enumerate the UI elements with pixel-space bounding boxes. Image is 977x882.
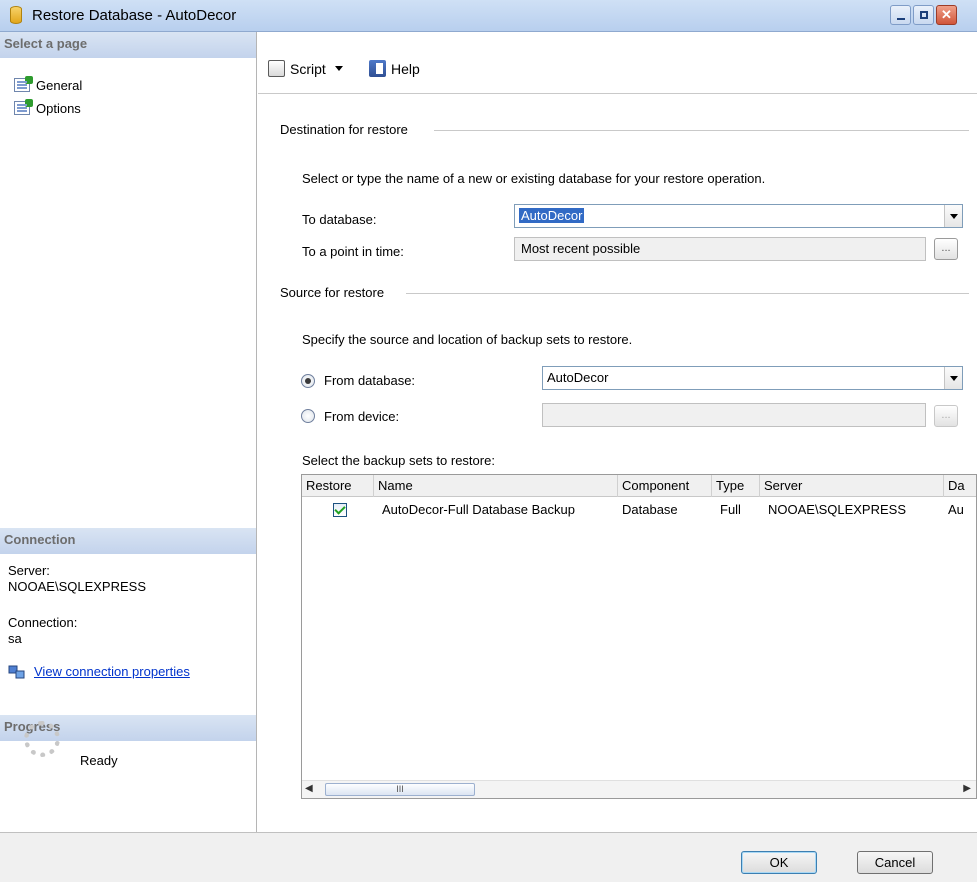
page-item-options[interactable]: Options (14, 99, 81, 117)
backup-sets-label: Select the backup sets to restore: (302, 453, 495, 468)
source-heading: Source for restore (280, 285, 385, 300)
to-database-combo[interactable]: AutoDecor (514, 204, 963, 228)
close-button[interactable]: ✕ (936, 5, 957, 25)
destination-heading: Destination for restore (280, 122, 408, 137)
row-server: NOOAE\SQLEXPRESS (768, 502, 906, 517)
column-header-type[interactable]: Type (712, 475, 760, 497)
server-value: NOOAE\SQLEXPRESS (8, 579, 146, 594)
cancel-button[interactable]: Cancel (857, 851, 933, 874)
column-header-server[interactable]: Server (760, 475, 944, 497)
column-header-name[interactable]: Name (374, 475, 618, 497)
column-header-database[interactable]: Da (944, 475, 976, 497)
page-item-general[interactable]: General (14, 76, 82, 94)
view-connection-properties-link[interactable]: View connection properties (34, 664, 190, 680)
point-in-time-browse-button[interactable]: ... (934, 238, 958, 260)
dialog-footer: OK Cancel (0, 832, 977, 882)
server-label: Server: (8, 563, 50, 578)
server-info: Server: NOOAE\SQLEXPRESS (8, 563, 146, 595)
connection-info: Connection: sa (8, 615, 77, 647)
from-database-radio[interactable] (301, 374, 315, 388)
maximize-icon (920, 11, 928, 19)
main-pane: Script Help Destination for restore Sele… (258, 32, 977, 832)
to-database-label: To database: (302, 212, 377, 227)
divider (406, 293, 969, 294)
toolbar: Script Help (258, 32, 977, 94)
chevron-down-icon[interactable] (944, 205, 962, 227)
database-icon (10, 6, 22, 24)
grid-header: Restore Name Component Type Server Da (302, 475, 976, 497)
chevron-down-icon[interactable] (944, 367, 962, 389)
help-label: Help (391, 60, 420, 77)
point-in-time-value: Most recent possible (521, 241, 641, 256)
horizontal-scrollbar[interactable]: ◀ III ▶ (302, 780, 976, 798)
progress-status: Ready (80, 753, 118, 768)
window-title: Restore Database - AutoDecor (32, 7, 237, 24)
from-device-radio[interactable] (301, 409, 315, 423)
title-bar: Restore Database - AutoDecor ✕ (0, 0, 977, 32)
divider (434, 130, 969, 131)
chevron-down-icon (334, 66, 343, 71)
left-pane: Select a page General Options Connection… (0, 32, 257, 832)
page-item-label: General (36, 77, 83, 93)
scroll-left-icon[interactable]: ◀ (305, 783, 313, 794)
source-instruction: Specify the source and location of backu… (302, 332, 633, 347)
connection-heading: Connection (0, 528, 256, 554)
scroll-right-icon[interactable]: ▶ (963, 783, 971, 794)
progress-spinner-icon (24, 721, 60, 757)
select-page-heading: Select a page (0, 32, 256, 58)
from-device-label[interactable]: From device: (324, 409, 399, 424)
point-in-time-field: Most recent possible (514, 237, 926, 261)
from-database-combo[interactable]: AutoDecor (542, 366, 963, 390)
row-component: Database (622, 502, 678, 517)
page-icon (14, 99, 33, 115)
page-item-label: Options (36, 100, 81, 116)
from-database-label[interactable]: From database: (324, 373, 415, 388)
minimize-icon (897, 18, 905, 20)
maximize-button[interactable] (913, 5, 934, 25)
connection-label: Connection: (8, 615, 78, 630)
from-device-field (542, 403, 926, 427)
close-icon: ✕ (941, 7, 952, 22)
row-type: Full (720, 502, 741, 517)
minimize-button[interactable] (890, 5, 911, 25)
view-connection-properties[interactable]: View connection properties (8, 664, 190, 680)
connection-properties-icon (8, 665, 25, 679)
row-database: Au (948, 502, 964, 517)
column-header-component[interactable]: Component (618, 475, 712, 497)
page-icon (14, 76, 33, 92)
script-button[interactable]: Script (268, 60, 343, 77)
help-icon (369, 60, 386, 77)
to-database-value: AutoDecor (519, 208, 585, 223)
row-name: AutoDecor-Full Database Backup (382, 502, 575, 517)
point-in-time-label: To a point in time: (302, 244, 404, 259)
help-button[interactable]: Help (369, 60, 420, 77)
from-database-value: AutoDecor (547, 370, 609, 385)
restore-checkbox[interactable] (333, 503, 347, 517)
scroll-thumb[interactable]: III (325, 783, 475, 796)
column-header-restore[interactable]: Restore (302, 475, 374, 497)
script-icon (268, 60, 285, 77)
from-device-browse-button: ... (934, 405, 958, 427)
connection-value: sa (8, 631, 22, 646)
destination-instruction: Select or type the name of a new or exis… (302, 171, 766, 186)
backup-sets-grid[interactable]: Restore Name Component Type Server Da Au… (301, 474, 977, 799)
script-label: Script (290, 60, 326, 77)
ok-button[interactable]: OK (741, 851, 817, 874)
